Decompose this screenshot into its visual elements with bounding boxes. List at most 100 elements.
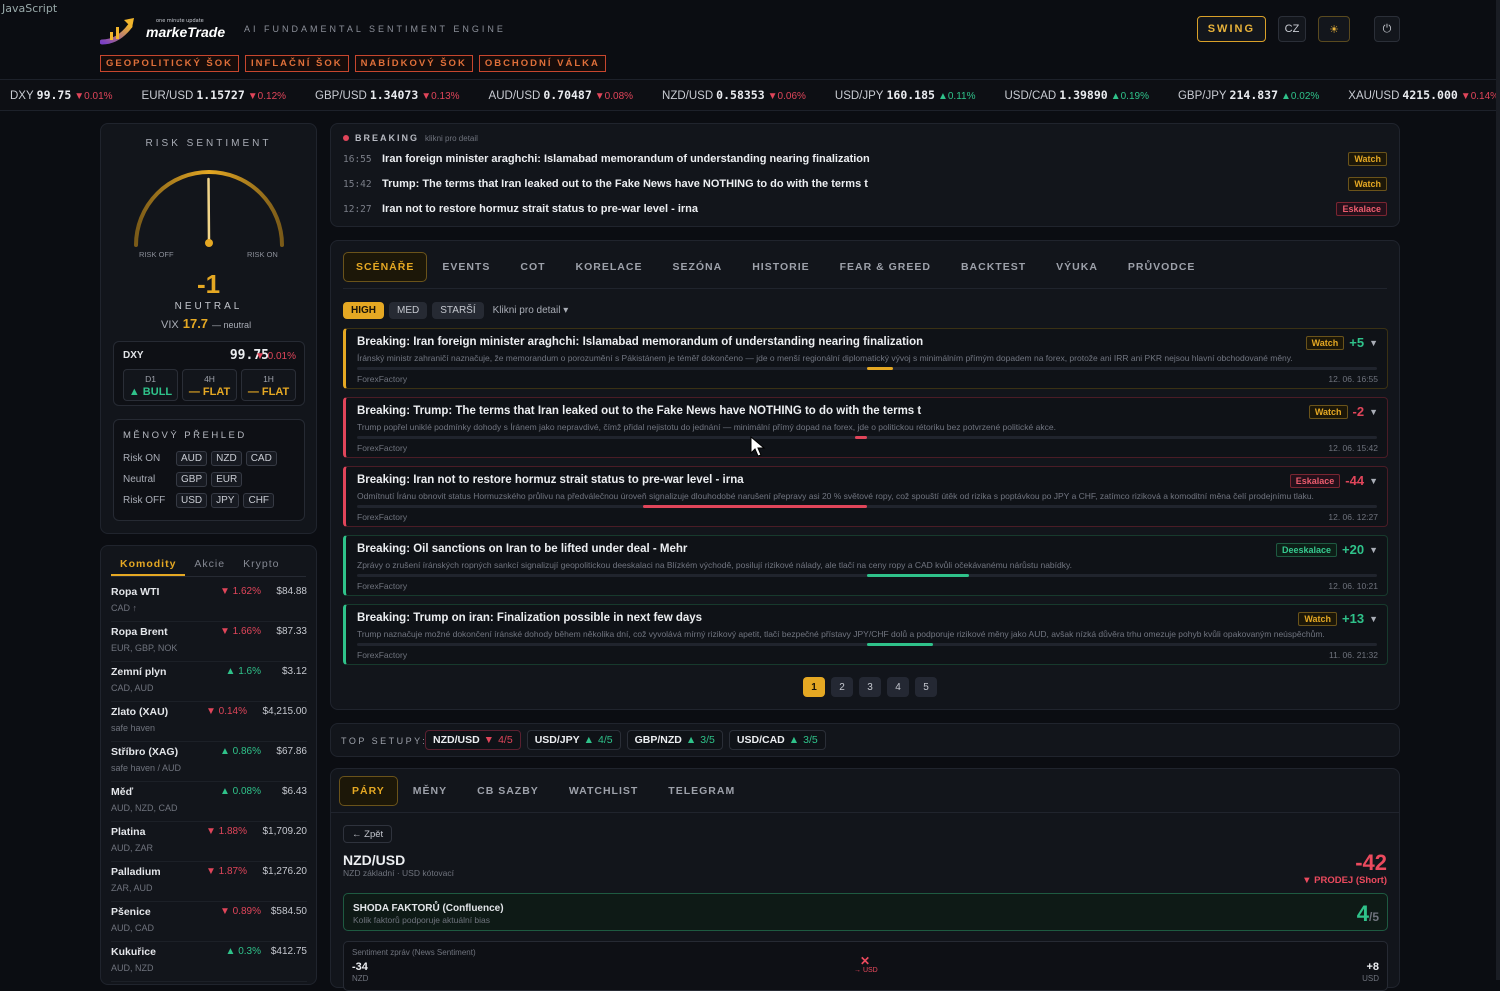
ticker-price: 160.185 — [886, 88, 935, 102]
confluence-box[interactable]: SHODA FAKTORŮ (Confluence) Kolik faktorů… — [343, 893, 1388, 931]
setup-chip[interactable]: USD/CAD ▲ 3/5 — [728, 730, 826, 750]
tab-7[interactable]: BACKTEST — [946, 252, 1041, 282]
price-ticker: DXY 99.75 ▼0.01% EUR/USD 1.15727 ▼0.12% GBP/US… — [0, 80, 1500, 111]
currency-chip: USD — [176, 493, 208, 508]
ticker-item[interactable]: EUR/USD 1.15727 ▼0.12% — [142, 88, 287, 102]
tab-3[interactable]: KORELACE — [561, 252, 658, 282]
chevron-down-icon[interactable]: ▼ — [1369, 476, 1378, 486]
language-button[interactable]: CZ — [1278, 16, 1306, 42]
shock-tag[interactable]: OBCHODNÍ VÁLKA — [478, 55, 606, 72]
impact-bar — [357, 643, 1377, 646]
commodity-linked-currencies: CAD ↑ — [111, 603, 138, 613]
setup-chip[interactable]: GBP/NZD ▲ 3/5 — [626, 730, 723, 750]
pairs-tab-3[interactable]: WATCHLIST — [554, 776, 653, 806]
tab-0[interactable]: SCÉNÁŘE — [343, 252, 428, 282]
currency-chip: CAD — [245, 451, 277, 466]
ticker-item[interactable]: XAU/USD 4215.000 ▼0.14% — [1348, 88, 1499, 102]
page-button[interactable]: 4 — [887, 677, 909, 697]
status-badge: Watch — [1348, 152, 1387, 166]
filter-high[interactable]: HIGH — [343, 302, 384, 319]
card-source: ForexFactory — [357, 581, 408, 591]
commodity-row[interactable]: Zemní plyn CAD, AUD ▲ 1.6% $3.12 — [111, 662, 307, 702]
chevron-down-icon[interactable]: ▼ — [1369, 407, 1378, 417]
pairs-tab-2[interactable]: CB SAZBY — [462, 776, 554, 806]
chevron-down-icon[interactable]: ▼ — [1369, 338, 1378, 348]
breaking-panel: BREAKING klikni pro detail 16:55 Iran for… — [330, 123, 1400, 227]
page-button[interactable]: 2 — [831, 677, 853, 697]
pair-subtitle: NZD základní · USD kótovací — [343, 868, 455, 878]
tab-9[interactable]: PRŮVODCE — [1113, 252, 1211, 282]
tab-krypto[interactable]: Krypto — [234, 558, 288, 576]
commodity-row[interactable]: Ropa WTI CAD ↑ ▼ 1.62% $84.88 — [111, 582, 307, 622]
commodity-price: $3.12 — [281, 666, 307, 677]
scenario-card[interactable]: Breaking: Iran foreign minister araghchi… — [343, 328, 1388, 389]
detail-hint[interactable]: Klikni pro detail ▾ — [493, 305, 569, 316]
status-badge: Watch — [1298, 611, 1338, 626]
chevron-down-icon[interactable]: ▼ — [1369, 614, 1378, 624]
ticker-change: ▼0.14% — [1460, 91, 1500, 102]
tab-4[interactable]: SEZÓNA — [657, 252, 737, 282]
filter-med[interactable]: MED — [389, 302, 428, 319]
ticker-item[interactable]: DXY 99.75 ▼0.01% — [10, 88, 113, 102]
scenario-card[interactable]: Breaking: Trump on iran: Finalization po… — [343, 604, 1388, 665]
ticker-item[interactable]: GBP/USD 1.34073 ▼0.13% — [315, 88, 460, 102]
card-meta: Watch +13 ▼ — [1298, 611, 1378, 626]
shock-tag[interactable]: NABÍDKOVÝ ŠOK — [354, 55, 473, 72]
page-button[interactable]: 1 — [803, 677, 825, 697]
filter-older[interactable]: STARŠÍ — [432, 302, 484, 319]
ticker-item[interactable]: USD/CAD 1.39890 ▲0.19% — [1004, 88, 1149, 102]
chevron-down-icon[interactable]: ▼ — [1369, 545, 1378, 555]
commodity-row[interactable]: Platina AUD, ZAR ▼ 1.88% $1,709.20 — [111, 822, 307, 862]
pairs-tab-4[interactable]: TELEGRAM — [653, 776, 750, 806]
breaking-item[interactable]: 15:42 Trump: The terms that Iran leaked o… — [343, 172, 1387, 196]
scrollbar[interactable] — [1496, 0, 1500, 980]
tab-1[interactable]: EVENTS — [427, 252, 505, 282]
commodity-row[interactable]: Palladium ZAR, AUD ▼ 1.87% $1,276.20 — [111, 862, 307, 902]
shock-tag[interactable]: GEOPOLITICKÝ ŠOK — [100, 55, 240, 72]
ticker-item[interactable]: USD/JPY 160.185 ▲0.11% — [835, 88, 976, 102]
ticker-item[interactable]: AUD/USD 0.70487 ▼0.08% — [489, 88, 634, 102]
setup-chip[interactable]: USD/JPY ▲ 4/5 — [526, 730, 621, 750]
ticker-item[interactable]: NZD/USD 0.58353 ▼0.06% — [662, 88, 806, 102]
sun-icon[interactable]: ☀ — [1318, 16, 1350, 42]
ticker-symbol: DXY — [10, 90, 34, 102]
card-source: ForexFactory — [357, 374, 408, 384]
commodity-change: ▲ 1.6% — [225, 666, 261, 677]
tab-6[interactable]: FEAR & GREED — [825, 252, 946, 282]
ticker-item[interactable]: GBP/JPY 214.837 ▲0.02% — [1178, 88, 1319, 102]
scenario-card[interactable]: Breaking: Trump: The terms that Iran lea… — [343, 397, 1388, 458]
commodity-row[interactable]: Pšenice AUD, CAD ▼ 0.89% $584.50 — [111, 902, 307, 942]
card-score: -2 — [1352, 404, 1365, 419]
pairs-tab-0[interactable]: PÁRY — [339, 776, 398, 806]
tab-8[interactable]: VÝUKA — [1041, 252, 1113, 282]
mode-button[interactable]: SWING — [1196, 16, 1266, 42]
breaking-item[interactable]: 12:27 Iran not to restore hormuz strait s… — [343, 197, 1387, 221]
commodity-linked-currencies: safe haven — [111, 723, 156, 733]
ticker-price: 214.837 — [1229, 88, 1279, 102]
commodity-row[interactable]: Kukuřice AUD, NZD ▲ 0.3% $412.75 — [111, 942, 307, 982]
back-button[interactable]: ← Zpět — [343, 825, 393, 843]
commodity-row[interactable]: Zlato (XAU) safe haven ▼ 0.14% $4,215.00 — [111, 702, 307, 742]
breaking-item[interactable]: 16:55 Iran foreign minister araghchi: Isl… — [343, 147, 1387, 171]
tab-akcie[interactable]: Akcie — [185, 558, 234, 576]
page-button[interactable]: 5 — [915, 677, 937, 697]
dxy-label: DXY — [123, 350, 144, 361]
news-sentiment-box[interactable]: Sentiment zpráv (News Sentiment) -34 NZD… — [343, 941, 1388, 991]
tab-komodity[interactable]: Komodity — [111, 558, 186, 576]
shock-tag[interactable]: INFLAČNÍ ŠOK — [245, 55, 349, 72]
tab-5[interactable]: HISTORIE — [737, 252, 824, 282]
setup-chip[interactable]: NZD/USD ▼ 4/5 — [425, 730, 521, 750]
tab-2[interactable]: COT — [505, 252, 560, 282]
commodity-row[interactable]: Měď AUD, NZD, CAD ▲ 0.08% $6.43 — [111, 782, 307, 822]
logo[interactable]: one minute update markeTrade — [99, 12, 240, 48]
scenario-card[interactable]: Breaking: Oil sanctions on Iran to be li… — [343, 535, 1388, 596]
commodity-linked-currencies: ZAR, AUD — [111, 883, 153, 893]
commodity-row[interactable]: Ropa Brent EUR, GBP, NOK ▼ 1.66% $87.33 — [111, 622, 307, 662]
card-date: 12. 06. 15:42 — [1328, 443, 1378, 453]
pairs-tab-1[interactable]: MĚNY — [398, 776, 462, 806]
page-button[interactable]: 3 — [859, 677, 881, 697]
scenario-card[interactable]: Breaking: Iran not to restore hormuz str… — [343, 466, 1388, 527]
commodity-row[interactable]: Stříbro (XAG) safe haven / AUD ▲ 0.86% $67.… — [111, 742, 307, 782]
setup-score: 3/5 — [700, 734, 715, 746]
power-icon[interactable]: ⏻ — [1374, 16, 1400, 42]
